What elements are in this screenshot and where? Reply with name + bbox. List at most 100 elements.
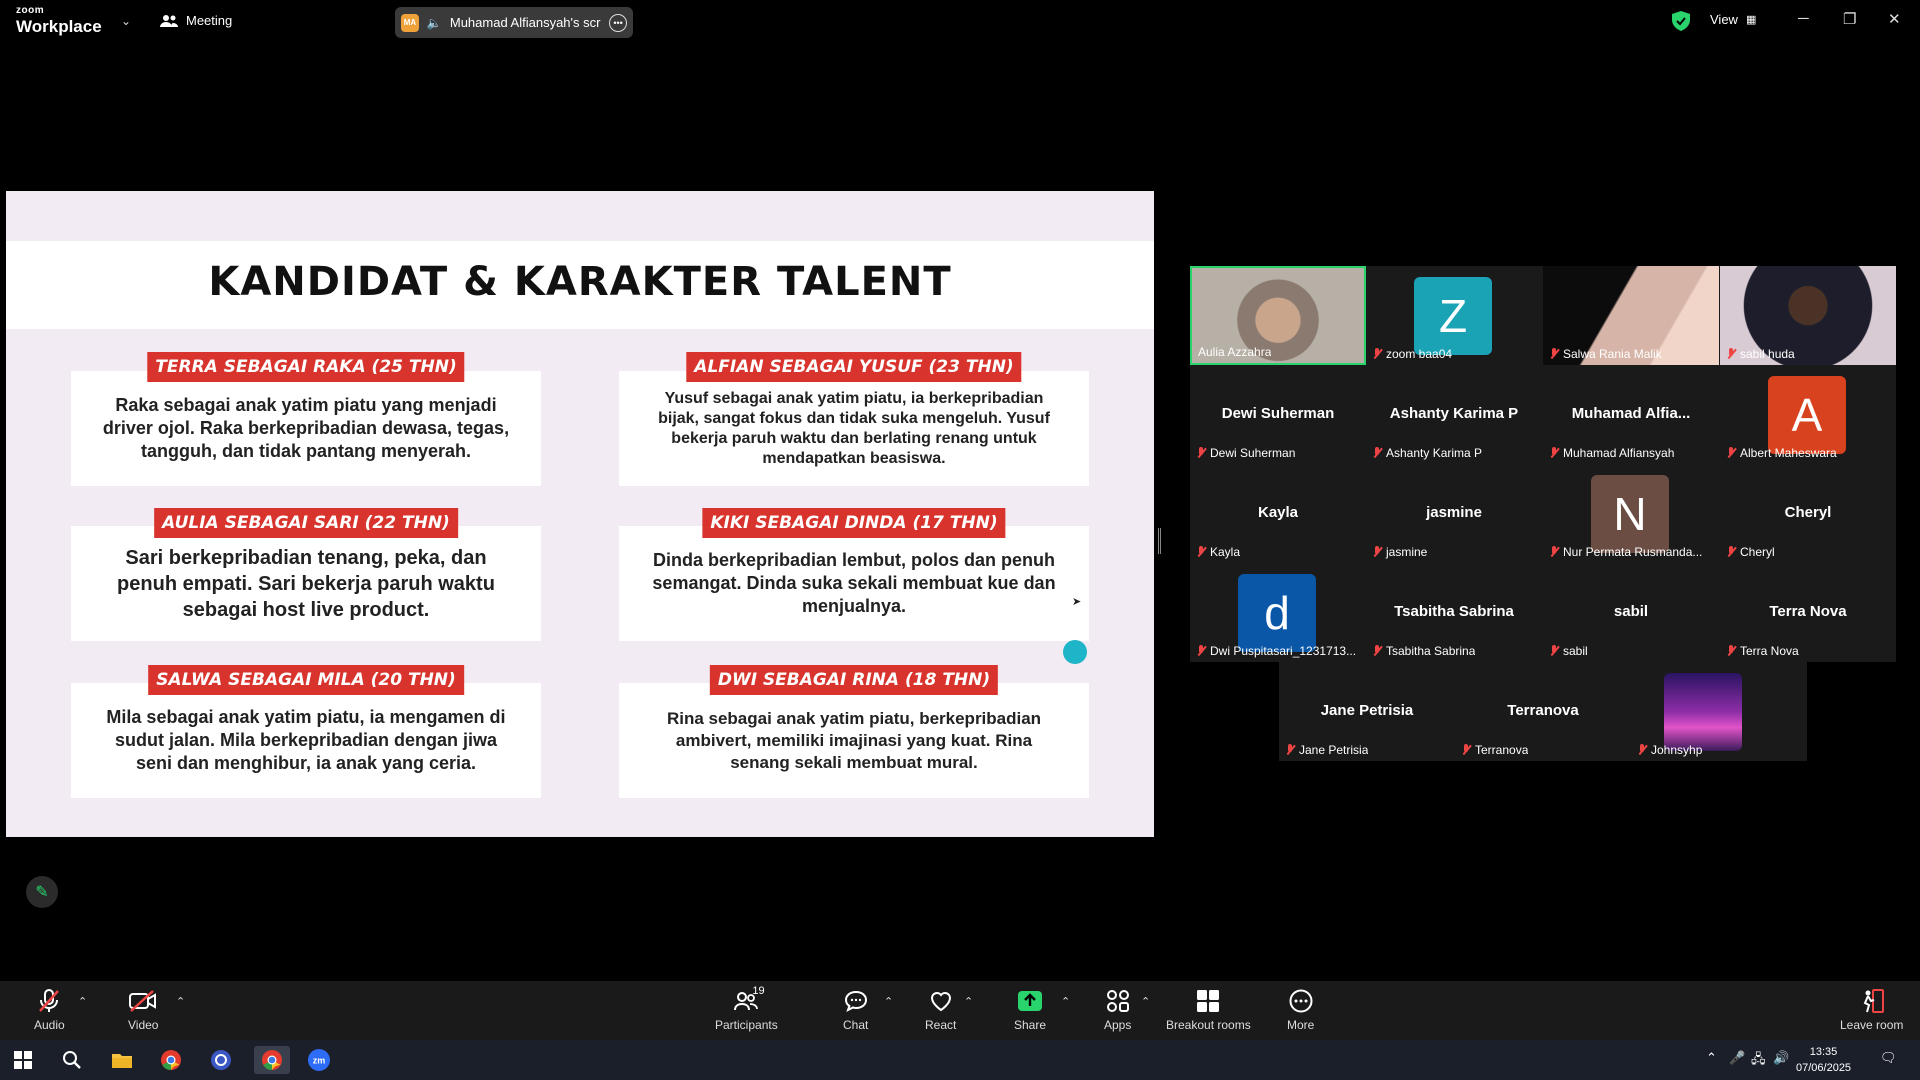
chrome-icon[interactable] [156, 1046, 186, 1074]
participant-name-label: Dwi Puspitasari_1231713... [1196, 644, 1356, 658]
view-button[interactable]: View ▦ [1710, 12, 1756, 27]
people-icon [160, 14, 178, 27]
windows-start-icon[interactable] [8, 1046, 38, 1074]
participant-tile[interactable]: N Nur Permata Rusmanda... [1543, 464, 1719, 563]
file-explorer-icon[interactable] [107, 1046, 137, 1074]
zoom-workplace-logo[interactable]: zoom Workplace [16, 6, 102, 36]
share-screen-icon [1017, 989, 1043, 1013]
participant-tile[interactable]: Cheryl Cheryl [1720, 464, 1896, 563]
slide-title: KANDIDAT & KARAKTER TALENT [208, 259, 952, 305]
react-options-caret-icon[interactable]: ⌃ [964, 995, 973, 1008]
notifications-icon[interactable]: 🗨 [1880, 1050, 1897, 1066]
chat-label: Chat [843, 1018, 869, 1032]
video-button[interactable]: Video [128, 989, 158, 1032]
close-icon[interactable]: ✕ [1888, 10, 1901, 28]
participant-display-name: Tsabitha Sabrina [1394, 603, 1514, 620]
participant-name-label: Nur Permata Rusmanda... [1549, 545, 1702, 559]
restore-icon[interactable]: ❐ [1843, 10, 1856, 28]
card-text: Rina sebagai anak yatim piatu, berkeprib… [666, 708, 1042, 772]
mic-muted-icon [1549, 447, 1559, 459]
zoom-app-icon[interactable]: zm [304, 1046, 334, 1074]
minimize-icon[interactable]: ─ [1798, 10, 1809, 27]
participant-tile[interactable]: Salwa Rania Malik [1543, 266, 1719, 365]
chat-button[interactable]: Chat [843, 989, 868, 1032]
meeting-menu-button[interactable]: Meeting [160, 13, 232, 28]
tray-expand-caret-icon[interactable]: ⌃ [1706, 1050, 1717, 1066]
participant-name-label: Tsabitha Sabrina [1372, 644, 1475, 658]
participant-display-name: Kayla [1257, 504, 1299, 521]
system-clock[interactable]: 13:35 07/06/2025 [1796, 1044, 1851, 1076]
clock-time: 13:35 [1809, 1046, 1838, 1058]
participant-tile[interactable]: Z zoom baa04 [1366, 266, 1542, 365]
participants-label: Participants [715, 1018, 778, 1032]
participant-tile[interactable]: Dewi Suherman Dewi Suherman [1190, 365, 1366, 464]
video-options-caret-icon[interactable]: ⌃ [176, 995, 185, 1008]
participant-tile[interactable]: A Albert Maheswara [1720, 365, 1896, 464]
participant-tile[interactable]: Ashanty Karima P Ashanty Karima P [1366, 365, 1542, 464]
volume-icon[interactable]: 🔊 [1773, 1050, 1789, 1066]
windows-taskbar: zm ⌃ 🎤 🖧 🔊 13:35 07/06/2025 🗨 [0, 1040, 1920, 1080]
participant-tile[interactable]: sabil huda [1720, 266, 1896, 365]
participant-tile[interactable]: d Dwi Puspitasari_1231713... [1190, 563, 1366, 662]
character-card: Dinda berkepribadian lembut, polos dan p… [619, 526, 1089, 641]
chrome-profile-icon[interactable] [254, 1046, 290, 1074]
participant-name-label: Cheryl [1726, 545, 1775, 559]
browser-app-icon[interactable] [206, 1046, 236, 1074]
react-button[interactable]: React [925, 989, 956, 1032]
more-options-icon[interactable]: ••• [609, 13, 627, 32]
breakout-rooms-button[interactable]: Breakout rooms [1166, 989, 1251, 1032]
character-card: Raka sebagai anak yatim piatu yang menja… [71, 371, 541, 486]
audio-options-caret-icon[interactable]: ⌃ [78, 995, 87, 1008]
video-label: Video [128, 1018, 159, 1032]
apps-icon [1106, 989, 1130, 1013]
more-button[interactable]: More [1287, 989, 1314, 1032]
react-label: React [925, 1018, 957, 1032]
leave-room-label: Leave room [1840, 1018, 1904, 1032]
participant-gallery: Aulia Azzahra Z zoom baa04 Salwa Rania M… [1190, 266, 1896, 662]
participant-tile[interactable]: jasmine jasmine [1366, 464, 1542, 563]
mic-muted-icon [38, 989, 60, 1013]
apps-button[interactable]: Apps [1104, 989, 1131, 1032]
split-resize-handle[interactable] [1158, 528, 1161, 554]
mic-muted-icon [1726, 546, 1736, 558]
participant-display-name: Terra Nova [1769, 603, 1847, 620]
share-label: Share [1014, 1018, 1047, 1032]
participant-count: 19 [752, 985, 765, 997]
share-button[interactable]: Share [1014, 989, 1046, 1032]
participant-tile[interactable]: Kayla Kayla [1190, 464, 1366, 563]
character-card: Yusuf sebagai anak yatim piatu, ia berke… [619, 371, 1089, 486]
participants-button[interactable]: 19 Participants [715, 985, 778, 1032]
participant-display-name: jasmine [1426, 504, 1482, 521]
encryption-shield-icon[interactable] [1672, 11, 1690, 31]
video-off-icon [129, 989, 157, 1013]
participant-name-label: Albert Maheswara [1726, 446, 1837, 460]
character-card: Sari berkepribadian tenang, peka, dan pe… [71, 526, 541, 641]
card-text: Yusuf sebagai anak yatim piatu, ia berke… [658, 389, 1050, 467]
participant-tile[interactable]: sabil sabil [1543, 563, 1719, 662]
audio-button[interactable]: Audio [34, 989, 65, 1032]
participant-tile[interactable]: Terra Nova Terra Nova [1720, 563, 1896, 662]
screen-share-indicator[interactable]: MA 🔈 Muhamad Alfiansyah's scree ••• [395, 7, 633, 38]
participant-tile[interactable]: Aulia Azzahra [1190, 266, 1366, 365]
participant-avatar: Z [1414, 277, 1492, 355]
search-icon[interactable] [57, 1046, 87, 1074]
microphone-tray-icon[interactable]: 🎤 [1729, 1050, 1745, 1066]
participant-tile[interactable]: Tsabitha Sabrina Tsabitha Sabrina [1366, 563, 1542, 662]
participant-tile[interactable]: Muhamad Alfia... Muhamad Alfiansyah [1543, 365, 1719, 464]
leave-room-button[interactable]: Leave room [1840, 989, 1903, 1032]
apps-options-caret-icon[interactable]: ⌃ [1141, 995, 1150, 1008]
meeting-toolbar: Audio ⌃ Video ⌃ 19 Participants Chat ⌃ R… [0, 981, 1920, 1040]
breakout-rooms-icon [1196, 989, 1220, 1013]
participant-tile[interactable]: Johnsyhp [1631, 662, 1807, 761]
annotate-pencil-icon[interactable]: ✎ [26, 876, 58, 908]
participant-tile[interactable]: Terranova Terranova [1455, 662, 1631, 761]
more-label: More [1287, 1018, 1315, 1032]
share-options-caret-icon[interactable]: ⌃ [1061, 995, 1070, 1008]
participant-profile-image [1664, 673, 1742, 751]
chevron-down-icon[interactable]: ⌄ [121, 14, 131, 28]
network-icon[interactable]: 🖧 [1751, 1050, 1766, 1072]
chat-options-caret-icon[interactable]: ⌃ [884, 995, 893, 1008]
participant-tile[interactable]: Jane Petrisia Jane Petrisia [1279, 662, 1455, 761]
participant-name-label: sabil huda [1726, 347, 1795, 361]
participant-display-name: Cheryl [1784, 504, 1832, 521]
